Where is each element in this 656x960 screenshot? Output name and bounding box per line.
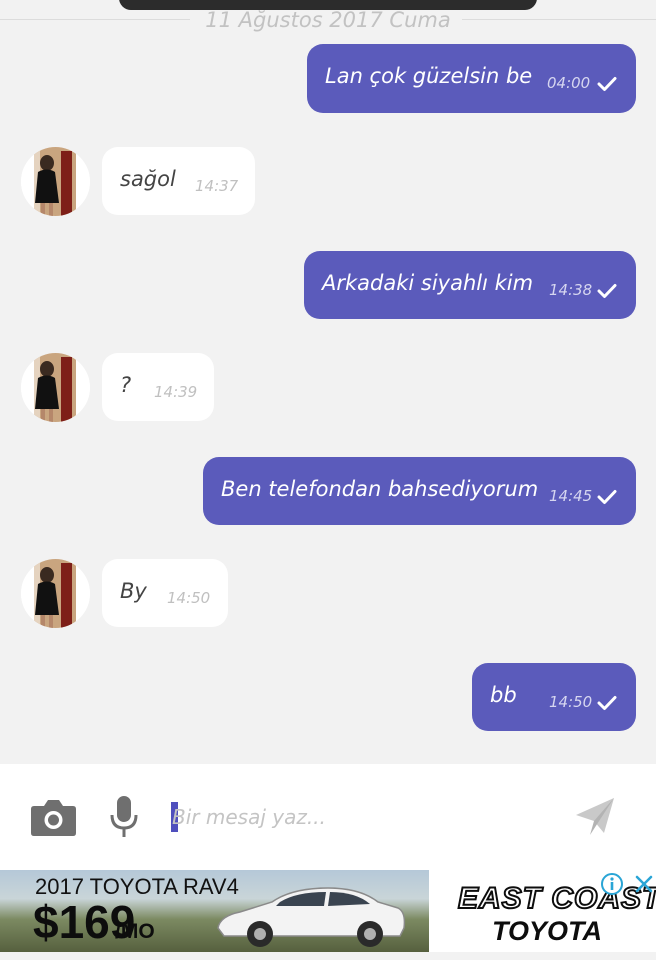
message-time: 14:50 [167,589,211,607]
ad-image[interactable]: 2017 TOYOTA RAV4 $169 /MO [0,870,429,952]
microphone-icon[interactable] [109,795,139,839]
contact-avatar[interactable] [21,353,90,422]
message-composer [0,764,656,870]
message-bubble-outgoing[interactable]: Arkadaki siyahlı kim 14:38 [304,251,636,319]
avatar-photo [21,353,90,422]
message-text: bb [490,683,517,707]
message-text: Arkadaki siyahlı kim [322,271,534,295]
car-image [217,887,406,947]
bottom-strip [0,952,656,960]
avatar-photo [21,559,90,628]
check-icon [597,284,617,298]
message-time: 14:38 [549,281,593,299]
camera-icon[interactable] [30,797,77,837]
send-icon[interactable] [574,795,616,837]
contact-avatar[interactable] [21,147,90,216]
message-time: 04:00 [547,74,591,92]
message-bubble-outgoing[interactable]: Ben telefondan bahsediyorum 14:45 [203,457,636,525]
message-text: ? [120,373,132,397]
message-text: Ben telefondan bahsediyorum [221,477,539,501]
message-time: 14:45 [549,487,593,505]
chat-screen: 11 Ağustos 2017 Cuma Lan çok güzelsin be… [0,0,656,960]
info-icon[interactable] [600,872,624,896]
contact-avatar[interactable] [21,559,90,628]
check-icon [597,490,617,504]
ad-banner[interactable]: 2017 TOYOTA RAV4 $169 /MO EAST COAST TOY… [0,870,656,952]
message-input[interactable] [172,798,552,836]
date-separator: 11 Ağustos 2017 Cuma [0,4,656,34]
message-bubble-outgoing[interactable]: bb 14:50 [472,663,636,731]
message-bubble-outgoing[interactable]: Lan çok güzelsin be 04:00 [307,44,636,113]
avatar-photo [21,147,90,216]
message-text: By [120,579,147,603]
message-time: 14:39 [154,383,198,401]
date-label: 11 Ağustos 2017 Cuma [205,8,451,32]
close-icon[interactable] [632,872,656,896]
message-text: Lan çok güzelsin be [325,64,533,88]
check-icon [597,696,617,710]
message-bubble-incoming[interactable]: ? 14:39 [102,353,214,421]
message-bubble-incoming[interactable]: sağol 14:37 [102,147,255,215]
message-bubble-incoming[interactable]: By 14:50 [102,559,228,627]
dealer-name-line1: EAST COAST [457,881,656,916]
message-text: sağol [120,167,176,191]
message-time: 14:50 [549,693,593,711]
check-icon [597,77,617,91]
message-time: 14:37 [195,177,239,195]
dealer-name-line2: TOYOTA [492,916,603,946]
ad-price-unit: /MO [115,920,155,943]
